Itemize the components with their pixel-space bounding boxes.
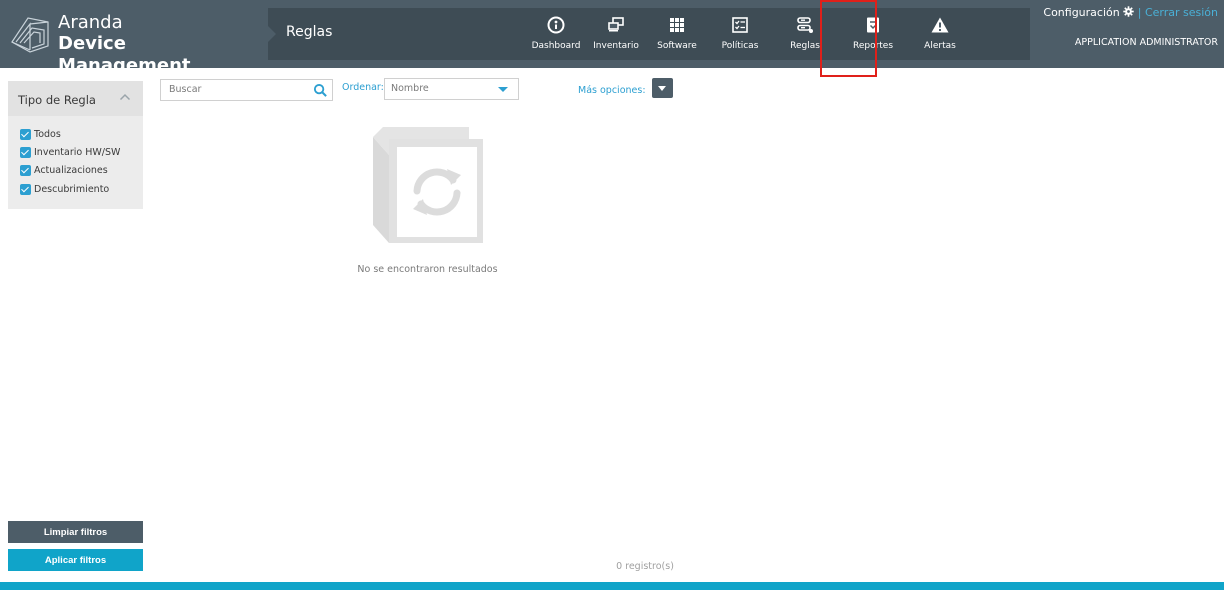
- checklist-icon: [732, 17, 748, 33]
- nav-label-politicas: Políticas: [721, 41, 759, 51]
- filter-option-label: Descubrimiento: [34, 184, 110, 195]
- checkbox-checked-icon[interactable]: [20, 147, 31, 158]
- checkbox-checked-icon[interactable]: [20, 129, 31, 140]
- separator: |: [1137, 6, 1142, 19]
- inventory-icon: [608, 17, 624, 32]
- config-link[interactable]: Configuración: [1043, 6, 1119, 19]
- order-select[interactable]: Nombre: [384, 78, 519, 100]
- nav-item-dashboard[interactable]: Dashboard: [528, 8, 584, 60]
- logo-text-aranda: Aranda: [58, 12, 123, 33]
- nav-label-inventario: Inventario: [593, 41, 639, 51]
- search-input[interactable]: [169, 84, 309, 95]
- gear-icon[interactable]: [1123, 6, 1134, 17]
- main-nav: Dashboard Inventario Software Políticas …: [528, 8, 970, 60]
- filter-option-actualizaciones[interactable]: Actualizaciones: [20, 165, 108, 176]
- order-label: Ordenar:: [342, 82, 384, 93]
- clear-filters-button[interactable]: Limpiar filtros: [8, 521, 143, 543]
- logo-text-product: Device Management: [58, 33, 191, 76]
- empty-results-message: No se encontraron resultados: [357, 264, 498, 275]
- apply-filters-button[interactable]: Aplicar filtros: [8, 549, 143, 571]
- app-logo[interactable]: Aranda Device Management: [8, 10, 238, 76]
- dashboard-icon: [547, 16, 565, 34]
- aranda-logo-icon: [11, 17, 49, 53]
- filter-option-label: Inventario HW/SW: [34, 147, 121, 158]
- filter-title: Tipo de Regla: [18, 93, 96, 107]
- footer-bar: [0, 582, 1224, 590]
- filter-option-label: Actualizaciones: [34, 165, 108, 176]
- breadcrumb-arrow-icon: [268, 26, 276, 42]
- filter-panel-header[interactable]: Tipo de Regla: [8, 81, 143, 116]
- record-count: 0 registro(s): [616, 561, 674, 572]
- top-bar: Aranda Device Management Reglas Dashboar…: [0, 0, 1224, 76]
- filter-option-inventario[interactable]: Inventario HW/SW: [20, 147, 120, 158]
- grid-icon: [670, 18, 684, 32]
- filter-option-label: Todos: [34, 129, 61, 140]
- user-name: APPLICATION ADMINISTRATOR: [1074, 37, 1218, 48]
- warning-icon: [931, 17, 949, 33]
- page-title: Reglas: [286, 24, 333, 40]
- logout-link[interactable]: Cerrar sesión: [1145, 6, 1218, 19]
- rules-icon: [797, 17, 813, 33]
- search-icon[interactable]: [313, 83, 328, 98]
- filter-panel: Tipo de Regla Todos Inventario HW/SW Act…: [8, 81, 143, 209]
- config-area: Configuración | Cerrar sesión: [1043, 6, 1218, 19]
- nav-label-reglas: Reglas: [790, 41, 820, 51]
- filter-option-descubrimiento[interactable]: Descubrimiento: [20, 184, 109, 195]
- checkbox-checked-icon[interactable]: [20, 165, 31, 176]
- empty-rules-icon: [373, 127, 483, 243]
- filter-option-todos[interactable]: Todos: [20, 129, 61, 140]
- nav-label-alertas: Alertas: [924, 41, 956, 51]
- nav-label-dashboard: Dashboard: [531, 41, 581, 51]
- checkbox-checked-icon[interactable]: [20, 184, 31, 195]
- order-selected-value: Nombre: [391, 83, 429, 94]
- nav-item-software[interactable]: Software: [648, 8, 706, 60]
- caret-down-icon: [498, 87, 508, 92]
- nav-item-inventario[interactable]: Inventario: [584, 8, 648, 60]
- more-options-button[interactable]: [652, 78, 673, 98]
- nav-label-software: Software: [657, 41, 697, 51]
- nav-item-alertas[interactable]: Alertas: [910, 8, 970, 60]
- search-box: [160, 79, 333, 101]
- nav-item-politicas[interactable]: Políticas: [706, 8, 774, 60]
- chevron-up-icon[interactable]: [119, 91, 131, 103]
- nav-highlight-frame: [820, 0, 877, 77]
- more-options-label: Más opciones:: [578, 85, 646, 96]
